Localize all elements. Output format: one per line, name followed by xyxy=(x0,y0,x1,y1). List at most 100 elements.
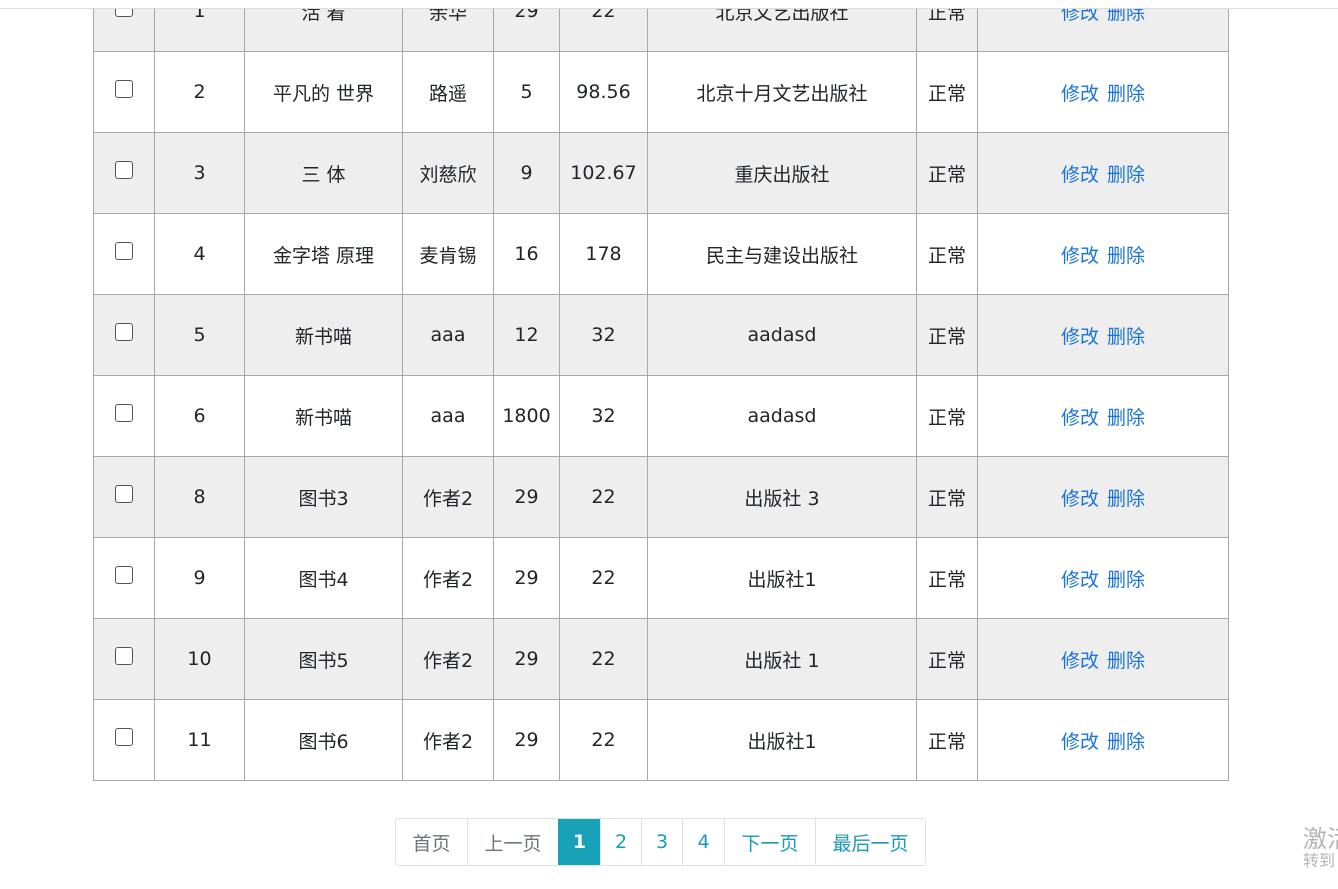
cell-stock: 29 xyxy=(493,618,560,700)
cell-id: 10 xyxy=(154,618,245,700)
edit-link[interactable]: 修改 xyxy=(1061,650,1099,672)
edit-link[interactable]: 修改 xyxy=(1061,245,1099,267)
cell-status: 正常 xyxy=(916,294,978,376)
cell-title: 三 体 xyxy=(244,132,403,214)
page-1-button[interactable]: 1 xyxy=(558,819,600,865)
cell-status: 正常 xyxy=(916,537,978,619)
cell-author: 作者2 xyxy=(402,456,494,538)
cell-title: 图书4 xyxy=(244,537,403,619)
row-checkbox[interactable] xyxy=(115,566,133,584)
edit-link[interactable]: 修改 xyxy=(1061,488,1099,510)
cell-publisher: 出版社1 xyxy=(647,699,917,781)
cell-id: 6 xyxy=(154,375,245,457)
browser-top-edge xyxy=(0,0,1338,9)
cell-publisher: aadasd xyxy=(647,375,917,457)
cell-stock: 29 xyxy=(493,537,560,619)
page-3-button[interactable]: 3 xyxy=(641,819,682,865)
cell-select xyxy=(93,537,155,619)
cell-select xyxy=(93,132,155,214)
edit-link[interactable]: 修改 xyxy=(1061,326,1099,348)
cell-actions: 修改 删除 xyxy=(977,213,1229,295)
cell-publisher: 出版社 3 xyxy=(647,456,917,538)
delete-link[interactable]: 删除 xyxy=(1107,731,1145,753)
row-checkbox[interactable] xyxy=(115,647,133,665)
row-checkbox[interactable] xyxy=(115,485,133,503)
table-row: 2 平凡的 世界 路遥 5 98.56 北京十月文艺出版社 正常 修改 删除 xyxy=(93,51,1229,133)
cell-price: 32 xyxy=(559,375,648,457)
delete-link[interactable]: 删除 xyxy=(1107,83,1145,105)
cell-select xyxy=(93,375,155,457)
edit-link[interactable]: 修改 xyxy=(1061,569,1099,591)
delete-link[interactable]: 删除 xyxy=(1107,650,1145,672)
table-row: 4 金字塔 原理 麦肯锡 16 178 民主与建设出版社 正常 修改 删除 xyxy=(93,213,1229,295)
cell-price: 22 xyxy=(559,699,648,781)
table-row: 6 新书喵 aaa 1800 32 aadasd 正常 修改 删除 xyxy=(93,375,1229,457)
cell-title: 金字塔 原理 xyxy=(244,213,403,295)
cell-actions: 修改 删除 xyxy=(977,456,1229,538)
cell-stock: 9 xyxy=(493,132,560,214)
cell-title: 图书3 xyxy=(244,456,403,538)
prev-page-button[interactable]: 上一页 xyxy=(467,819,558,865)
next-page-button[interactable]: 下一页 xyxy=(724,819,815,865)
cell-id: 5 xyxy=(154,294,245,376)
delete-link[interactable]: 删除 xyxy=(1107,326,1145,348)
first-page-button[interactable]: 首页 xyxy=(396,819,467,865)
delete-link[interactable]: 删除 xyxy=(1107,407,1145,429)
page-4-button[interactable]: 4 xyxy=(682,819,724,865)
table-row: 3三 体刘慈欣 9 102.67 重庆出版社 正常 修改 删除 xyxy=(93,132,1229,214)
cell-status: 正常 xyxy=(916,213,978,295)
cell-price: 22 xyxy=(559,537,648,619)
cell-price: 178 xyxy=(559,213,648,295)
pagination: 首页 上一页 1 2 3 4 下一页 最后一页 xyxy=(395,818,926,866)
cell-actions: 修改 删除 xyxy=(977,294,1229,376)
cell-select xyxy=(93,51,155,133)
cell-stock: 12 xyxy=(493,294,560,376)
row-checkbox[interactable] xyxy=(115,242,133,260)
row-checkbox[interactable] xyxy=(115,161,133,179)
cell-publisher: 民主与建设出版社 xyxy=(647,213,917,295)
cell-author: 路遥 xyxy=(402,51,494,133)
cell-author: aaa xyxy=(402,375,494,457)
page-2-button[interactable]: 2 xyxy=(600,819,641,865)
book-table-container: 1活 着余华 29 22 北京文艺出版社 正常 修改 删除 2 平凡的 世界 路遥 5 98.56 北京… xyxy=(93,0,1229,781)
cell-actions: 修改 删除 xyxy=(977,537,1229,619)
cell-price: 102.67 xyxy=(559,132,648,214)
cell-author: 作者2 xyxy=(402,618,494,700)
cell-publisher: 北京十月文艺出版社 xyxy=(647,51,917,133)
table-row: 8 图书3 作者2 29 22 出版社 3 正常 修改 删除 xyxy=(93,456,1229,538)
delete-link[interactable]: 删除 xyxy=(1107,569,1145,591)
cell-select xyxy=(93,456,155,538)
edit-link[interactable]: 修改 xyxy=(1061,731,1099,753)
cell-select xyxy=(93,699,155,781)
delete-link[interactable]: 删除 xyxy=(1107,488,1145,510)
cell-price: 22 xyxy=(559,456,648,538)
cell-stock: 1800 xyxy=(493,375,560,457)
edit-link[interactable]: 修改 xyxy=(1061,83,1099,105)
cell-price: 32 xyxy=(559,294,648,376)
cell-title: 平凡的 世界 xyxy=(244,51,403,133)
cell-id: 11 xyxy=(154,699,245,781)
last-page-button[interactable]: 最后一页 xyxy=(815,819,925,865)
cell-publisher: 出版社1 xyxy=(647,537,917,619)
cell-author: 作者2 xyxy=(402,699,494,781)
edit-link[interactable]: 修改 xyxy=(1061,407,1099,429)
cell-status: 正常 xyxy=(916,51,978,133)
cell-author: 作者2 xyxy=(402,537,494,619)
book-table: 1活 着余华 29 22 北京文艺出版社 正常 修改 删除 2 平凡的 世界 路遥 5 98.56 北京… xyxy=(93,0,1229,781)
row-checkbox[interactable] xyxy=(115,404,133,422)
delete-link[interactable]: 删除 xyxy=(1107,164,1145,186)
row-checkbox[interactable] xyxy=(115,323,133,341)
watermark-line-1: 激活 xyxy=(1303,826,1338,853)
cell-stock: 29 xyxy=(493,699,560,781)
cell-actions: 修改 删除 xyxy=(977,699,1229,781)
delete-link[interactable]: 删除 xyxy=(1107,245,1145,267)
row-checkbox[interactable] xyxy=(115,728,133,746)
book-table-body: 1活 着余华 29 22 北京文艺出版社 正常 修改 删除 2 平凡的 世界 路遥 5 98.56 北京… xyxy=(93,0,1229,781)
cell-title: 图书6 xyxy=(244,699,403,781)
cell-title: 新书喵 xyxy=(244,294,403,376)
cell-title: 图书5 xyxy=(244,618,403,700)
edit-link[interactable]: 修改 xyxy=(1061,164,1099,186)
cell-actions: 修改 删除 xyxy=(977,132,1229,214)
row-checkbox[interactable] xyxy=(115,80,133,98)
cell-status: 正常 xyxy=(916,456,978,538)
